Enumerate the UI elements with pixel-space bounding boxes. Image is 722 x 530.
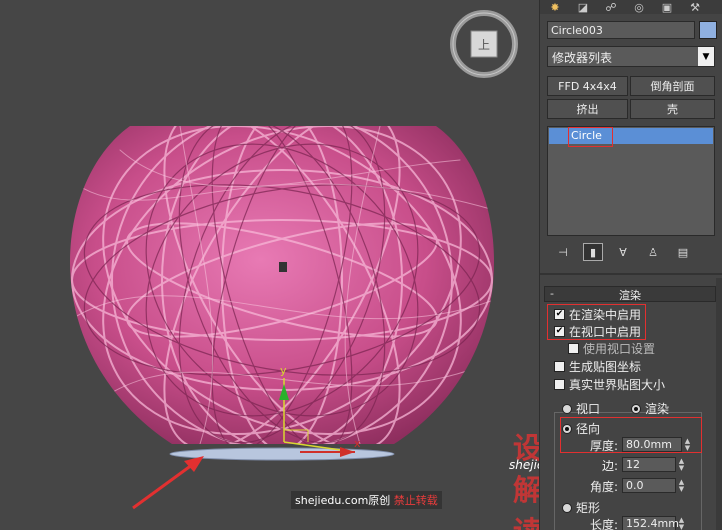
gizmo-axis-y: y xyxy=(280,364,287,377)
viewcube[interactable]: 上 xyxy=(449,8,519,78)
render-radio-label: 渲染 xyxy=(645,402,670,416)
viewport-perspective[interactable]: y x 上 设解读 shejiedu.com shejiedu.com原创 禁止… xyxy=(0,0,539,530)
length-input[interactable]: 152.4mm xyxy=(622,516,679,530)
rendering-rollout-header[interactable]: - 渲染 xyxy=(544,286,716,302)
radio-off-icon xyxy=(562,502,572,513)
angle-input[interactable]: 0.0 xyxy=(622,478,676,493)
make-unique-icon[interactable]: ∀ xyxy=(613,243,633,261)
motion-tab-icon[interactable]: ◎ xyxy=(628,0,650,14)
checkbox-empty-icon xyxy=(568,343,579,354)
generate-mapping-coords-checkbox[interactable]: 生成贴图坐标 xyxy=(554,358,641,375)
display-tab-icon[interactable]: ▣ xyxy=(656,0,678,14)
extrude-button[interactable]: 挤出 xyxy=(547,99,628,119)
panel-scrollbar[interactable] xyxy=(716,278,722,530)
radio-off-icon xyxy=(562,403,572,414)
chevron-down-icon[interactable]: ▼ xyxy=(698,47,714,66)
use-viewport-settings-checkbox[interactable]: 使用视口设置 xyxy=(568,340,655,357)
hierarchy-tab-icon[interactable]: ☍ xyxy=(600,0,622,14)
watermark-url: shejiedu.com xyxy=(509,458,539,472)
footer-watermark-site: shejiedu.com原创 xyxy=(295,494,391,507)
footer-watermark: shejiedu.com原创 禁止转载 xyxy=(291,491,442,509)
rectangular-radio[interactable]: 矩形 xyxy=(562,499,600,516)
thickness-input[interactable]: 80.0mm xyxy=(622,437,682,452)
command-panel: ✸ ◪ ☍ ◎ ▣ ⚒ Circle003 修改器列表 ▼ FFD 4x4x4 … xyxy=(539,0,722,530)
modifier-list-label: 修改器列表 xyxy=(552,51,613,65)
angle-spinner[interactable]: ▲ ▼ xyxy=(677,478,686,493)
checkbox-empty-icon xyxy=(554,379,565,390)
viewcube-face-top[interactable]: 上 xyxy=(478,38,490,52)
lamp-opening xyxy=(279,262,287,272)
sides-label: 边: xyxy=(602,459,619,473)
panel-divider xyxy=(540,273,722,275)
annotation-arrow xyxy=(132,456,204,510)
footer-watermark-forbid: 禁止转载 xyxy=(393,494,438,507)
thickness-spinner[interactable]: ▲ ▼ xyxy=(683,437,692,452)
rectangular-radio-label: 矩形 xyxy=(576,501,601,515)
modify-tab-icon[interactable]: ◪ xyxy=(572,0,594,14)
rendering-rollout-title: 渲染 xyxy=(619,289,641,302)
render-options-highlight-box xyxy=(547,304,646,340)
remove-modifier-icon[interactable]: ♙ xyxy=(643,243,663,261)
watermark-brand: 设解读 xyxy=(513,431,539,530)
wicker-lamp-model[interactable]: y x xyxy=(0,0,539,530)
real-world-map-size-checkbox[interactable]: 真实世界贴图大小 xyxy=(554,376,665,393)
sides-input[interactable]: 12 xyxy=(622,457,676,472)
shell-button[interactable]: 壳 xyxy=(630,99,715,119)
render-radio[interactable]: 渲染 xyxy=(631,400,669,417)
use-viewport-settings-label: 使用视口设置 xyxy=(583,342,656,356)
modifier-list-dropdown[interactable]: 修改器列表 ▼ xyxy=(547,46,715,67)
length-spinner[interactable]: ▲ ▼ xyxy=(677,516,686,530)
show-end-result-icon[interactable]: ▮ xyxy=(583,243,603,261)
ffd-button[interactable]: FFD 4x4x4 xyxy=(547,76,628,96)
object-color-swatch[interactable] xyxy=(699,21,717,39)
configure-sets-icon[interactable]: ▤ xyxy=(673,243,693,261)
viewport-radio-label: 视口 xyxy=(576,402,601,416)
generate-mapping-coords-label: 生成贴图坐标 xyxy=(569,360,642,374)
thickness-label: 厚度: xyxy=(590,439,619,453)
angle-label: 角度: xyxy=(590,480,619,494)
length-label: 长度: xyxy=(590,518,619,530)
object-name-field[interactable]: Circle003 xyxy=(547,21,695,39)
utilities-tab-icon[interactable]: ⚒ xyxy=(684,0,706,14)
checkbox-empty-icon xyxy=(554,361,565,372)
sides-spinner[interactable]: ▲ ▼ xyxy=(677,457,686,472)
pin-stack-icon[interactable]: ⊣ xyxy=(553,243,573,261)
gizmo-axis-x: x xyxy=(354,437,361,450)
viewport-radio[interactable]: 视口 xyxy=(562,400,600,417)
real-world-map-size-label: 真实世界贴图大小 xyxy=(569,378,666,392)
radio-on-icon xyxy=(631,403,641,414)
chamfer-profile-button[interactable]: 倒角剖面 xyxy=(630,76,715,96)
modifier-stack[interactable]: Circle xyxy=(547,126,715,236)
command-panel-tabs: ✸ ◪ ☍ ◎ ▣ ⚒ xyxy=(540,0,722,14)
create-tab-icon[interactable]: ✸ xyxy=(544,0,566,14)
stack-toolbar: ⊣ ▮ ∀ ♙ ▤ xyxy=(547,243,715,263)
stack-item-highlight-box xyxy=(568,127,613,147)
